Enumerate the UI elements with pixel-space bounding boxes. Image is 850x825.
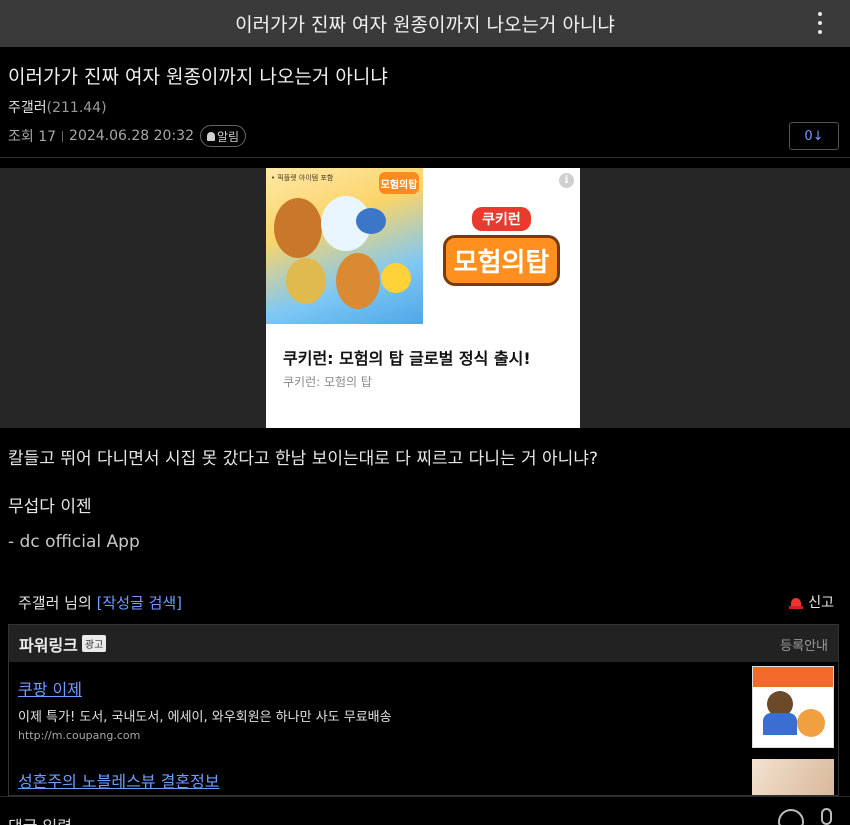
ad-badge: 광고 xyxy=(81,635,107,652)
post-body-line: 칼들고 뛰어 다니면서 시집 못 갔다고 한남 보이는대로 다 찌르고 다니는 … xyxy=(8,449,598,469)
ad-subtitle: 쿠키런: 모험의 탑 xyxy=(283,375,372,389)
microphone-icon[interactable] xyxy=(821,808,832,825)
ad-game-artwork: • 픽플렛 아이템 포함 모험의탑 xyxy=(266,168,423,324)
top-bar-title: 이러가가 진짜 여자 원종이까지 나오는거 아니냐 xyxy=(235,14,615,36)
powerlink-header: 파워링크 광고 등록안내 xyxy=(9,625,838,662)
comment-input[interactable]: 댓글 입력 xyxy=(8,813,72,825)
powerlink-item[interactable]: 쿠팡 이제 이제 특가! 도서, 국내도서, 에세이, 와우회원은 하나만 사도… xyxy=(9,662,838,757)
post-signature: - dc official App xyxy=(8,532,140,552)
ad-logo-main: 모험의탑 xyxy=(442,234,561,286)
powerlink-thumbnail[interactable] xyxy=(752,666,834,748)
alarm-label: 알림 xyxy=(217,129,240,144)
top-bar: 이러가가 진짜 여자 원종이까지 나오는거 아니냐 xyxy=(0,0,850,47)
post-body-line: 무섭다 이젠 xyxy=(8,497,92,517)
post-datetime: 2024.06.28 20:32 xyxy=(69,128,194,144)
author-posts-prefix: 주갤러 님의 xyxy=(18,594,92,612)
header-divider xyxy=(0,157,850,158)
register-info-link[interactable]: 등록안내 xyxy=(780,635,828,654)
author-posts-search-link[interactable]: [작성글 검색] xyxy=(97,594,182,612)
dccon-icon[interactable] xyxy=(778,809,804,825)
author-posts-line: 주갤러 님의 [작성글 검색] xyxy=(18,592,182,613)
alarm-button[interactable]: 알림 xyxy=(200,125,247,147)
powerlink-box: 파워링크 광고 등록안내 쿠팡 이제 이제 특가! 도서, 국내도서, 에세이,… xyxy=(8,624,839,796)
powerlink-thumbnail[interactable] xyxy=(752,759,834,795)
ad-info-icon[interactable]: i xyxy=(559,173,574,188)
bell-icon xyxy=(207,131,215,141)
post-meta: 조회 17 2024.06.28 20:32 알림 xyxy=(8,125,247,147)
ad-mini-logo: 모험의탑 xyxy=(379,172,419,194)
post-author[interactable]: 주갤러(211.44) xyxy=(8,97,107,117)
powerlink-item-url: http://m.coupang.com xyxy=(18,729,141,742)
more-options-icon[interactable] xyxy=(812,12,828,34)
ad-logo-top: 쿠키런 xyxy=(472,206,531,231)
ad-tag: • 픽플렛 아이템 포함 xyxy=(271,174,334,182)
report-label: 신고 xyxy=(808,595,834,611)
recommend-button[interactable]: 0↓ xyxy=(789,122,839,150)
meta-divider xyxy=(62,130,64,142)
powerlink-title: 파워링크 xyxy=(19,635,78,655)
post-title: 이러가가 진짜 여자 원종이까지 나오는거 아니냐 xyxy=(8,66,388,88)
author-ip: (211.44) xyxy=(46,100,107,116)
powerlink-item-title[interactable]: 쿠팡 이제 xyxy=(18,676,82,700)
siren-icon xyxy=(789,595,804,609)
ad-headline[interactable]: 쿠키런: 모험의 탑 글로벌 정식 출시! xyxy=(283,345,531,369)
view-count: 조회 17 xyxy=(8,129,57,145)
powerlink-item-title[interactable]: 성혼주의 노블레스뷰 결혼정보 xyxy=(18,768,220,792)
report-button[interactable]: 신고 xyxy=(789,592,834,612)
comment-bar: 댓글 입력 xyxy=(0,796,850,825)
powerlink-item-desc: 이제 특가! 도서, 국내도서, 에세이, 와우회원은 하나만 사도 무료배송 xyxy=(18,710,392,725)
author-name[interactable]: 주갤러 xyxy=(8,100,47,116)
ad-game-logo: 쿠키런 모험의탑 xyxy=(423,168,580,324)
